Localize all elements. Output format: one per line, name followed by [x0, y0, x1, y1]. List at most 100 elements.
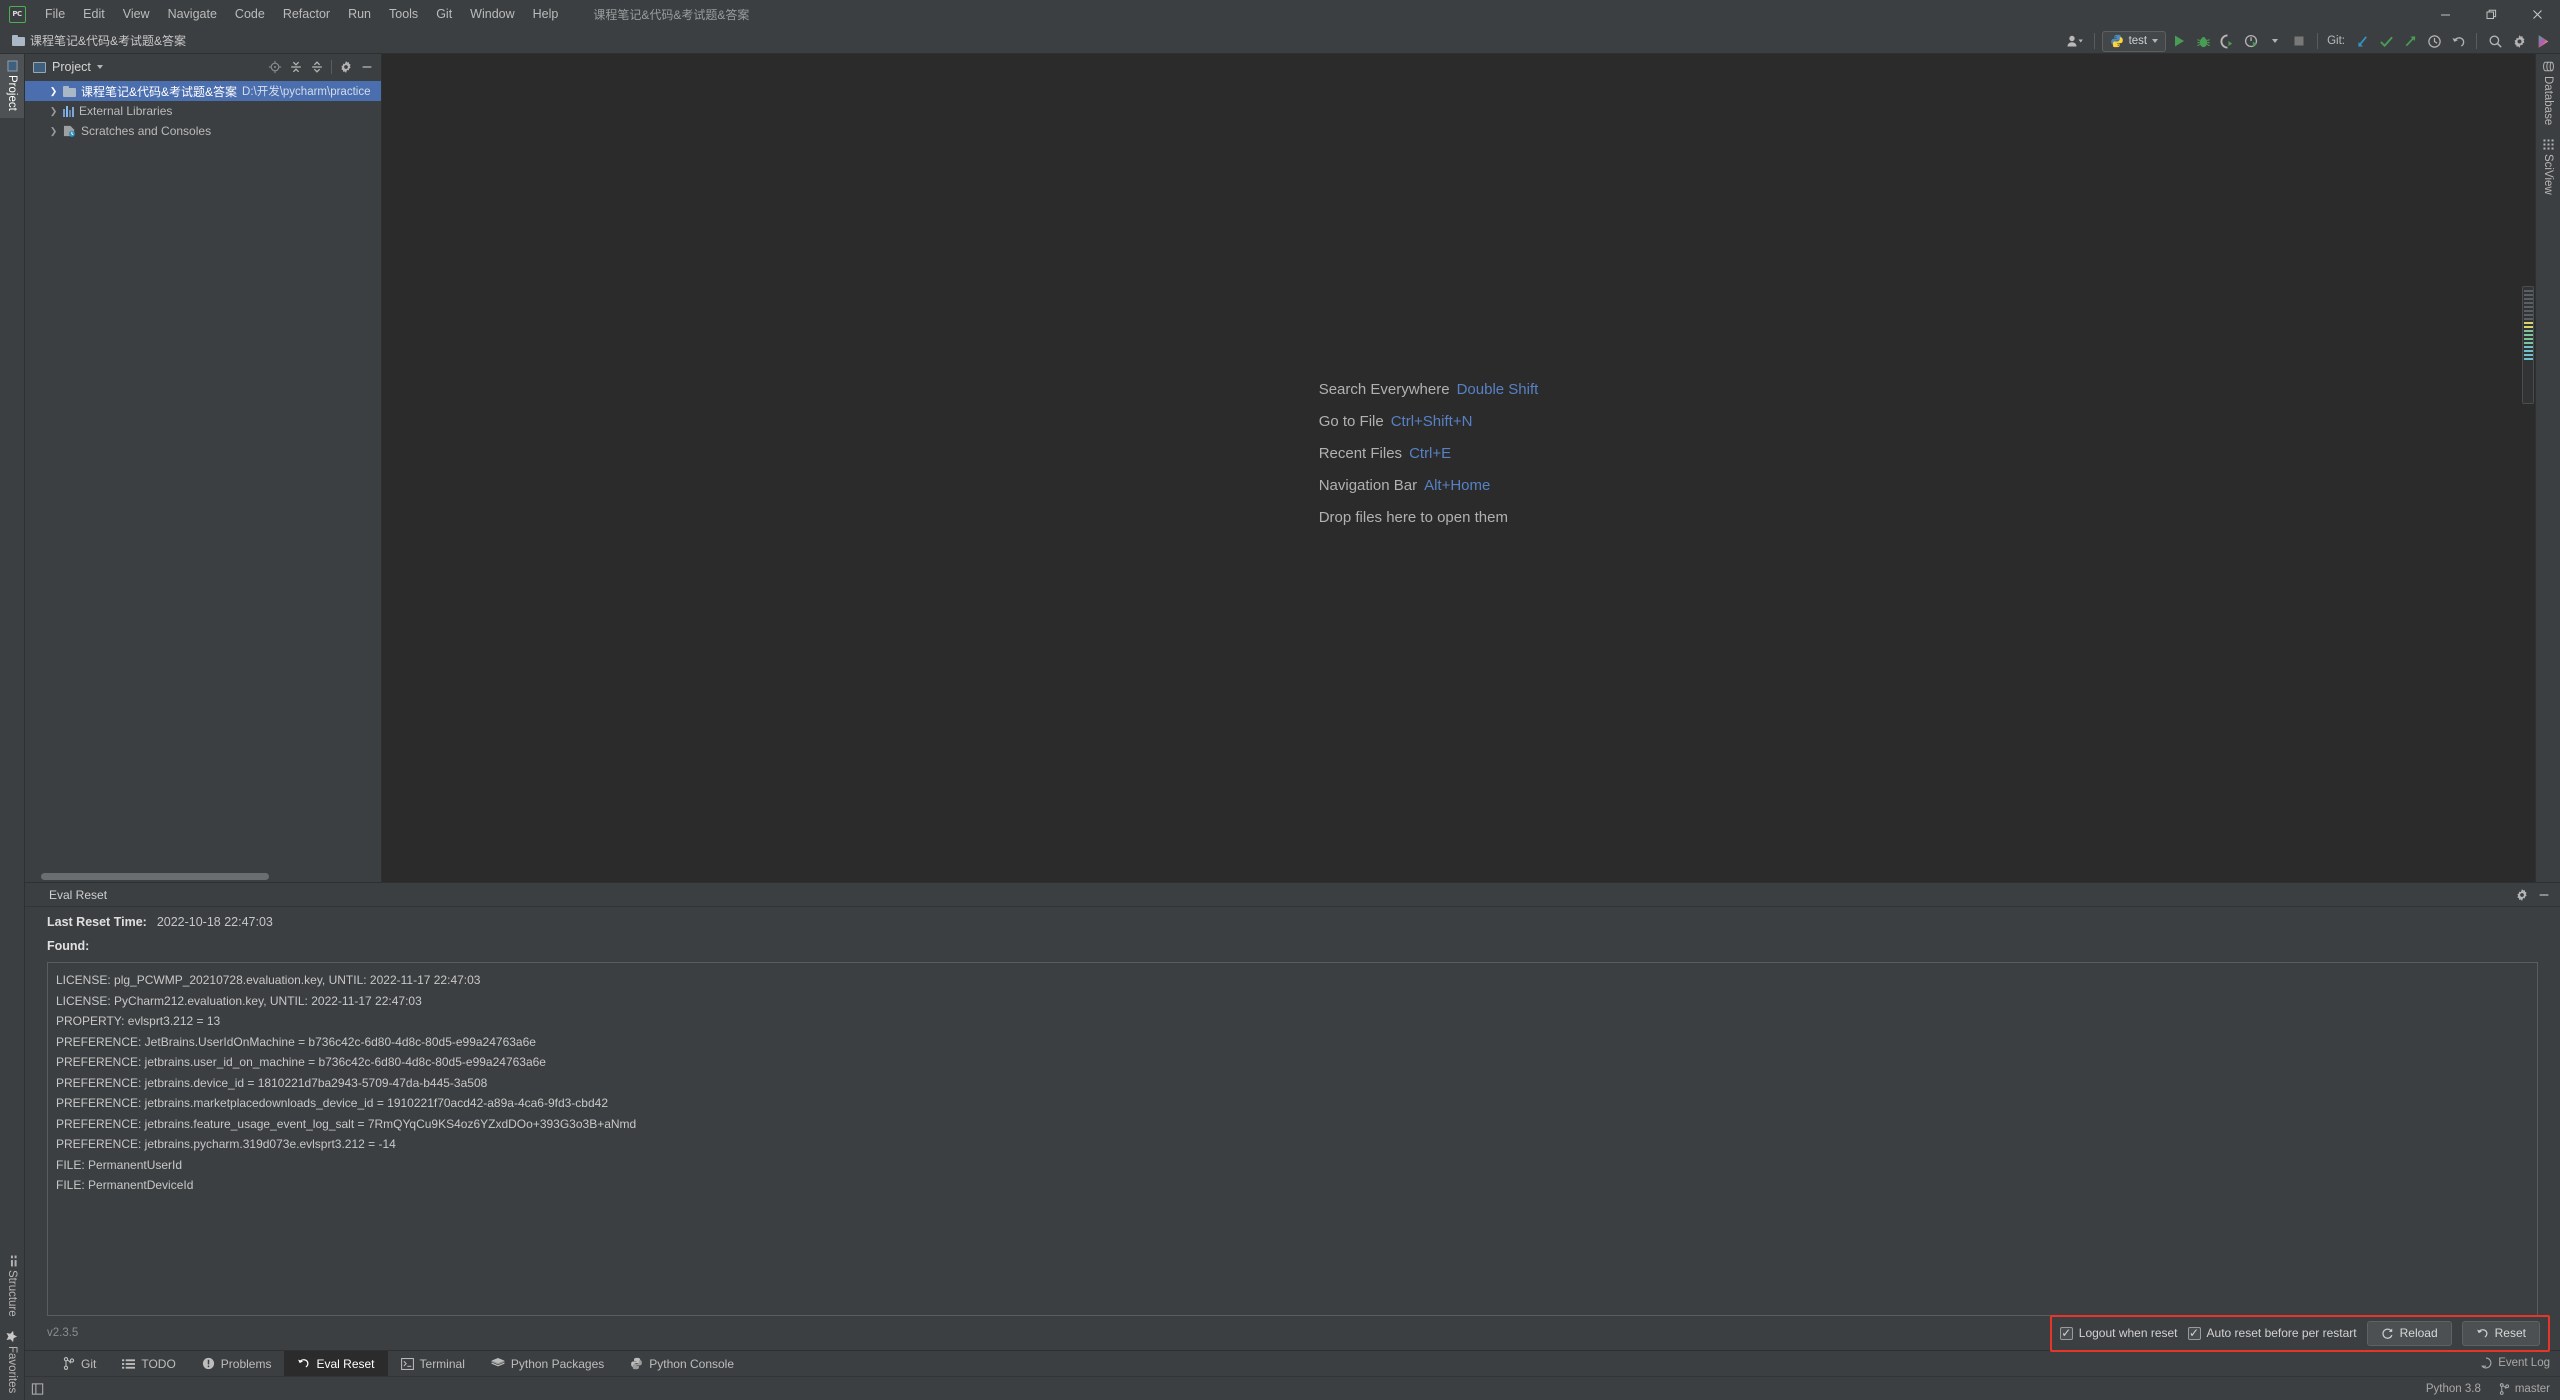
auto-reset-checkbox[interactable]: ✓ Auto reset before per restart [2187, 1326, 2357, 1340]
collapse-all-icon[interactable] [307, 57, 327, 77]
reload-button[interactable]: Reload [2366, 1320, 2452, 1346]
sidebar-item-database[interactable]: Database [2536, 54, 2560, 132]
minimize-button[interactable] [2422, 0, 2468, 28]
tab-eval-reset[interactable]: Eval Reset [284, 1351, 388, 1376]
last-reset-time-value: 2022-10-18 22:47:03 [156, 915, 273, 929]
menu-run[interactable]: Run [339, 3, 380, 25]
database-icon [2542, 61, 2554, 72]
toolbar-separator [2093, 33, 2095, 49]
version-label: v2.3.5 [47, 1327, 79, 1339]
left-rail-bottom: Structure Favorites [0, 1249, 24, 1400]
checkbox-mark[interactable]: ✓ [2059, 1326, 2073, 1340]
upper-area: Project ❯ 课程笔记&代码&考试题&答案 D:\开发\pycharm\p… [25, 54, 2560, 882]
tree-node-scratches[interactable]: ❯ Scratches and Consoles [25, 121, 381, 141]
tree-node-project-root[interactable]: ❯ 课程笔记&代码&考试题&答案 D:\开发\pycharm\practice [25, 81, 381, 101]
toggle-sidebars-icon[interactable] [31, 1382, 45, 1396]
event-log-button[interactable]: Event Log [2480, 1357, 2550, 1369]
ide-feature-icon[interactable] [2532, 30, 2554, 52]
profile-button[interactable] [2240, 30, 2262, 52]
branch-label: master [2514, 1382, 2550, 1395]
rollback-icon[interactable] [2447, 30, 2469, 52]
menu-code[interactable]: Code [226, 3, 274, 25]
tab-python-console[interactable]: Python Console [617, 1351, 747, 1376]
menu-window[interactable]: Window [461, 3, 523, 25]
chevron-right-icon[interactable]: ❯ [49, 86, 58, 97]
sidebar-item-structure[interactable]: Structure [0, 1249, 24, 1324]
search-icon[interactable] [2484, 30, 2506, 52]
run-with-coverage-button[interactable] [2216, 30, 2238, 52]
locate-icon[interactable] [265, 57, 285, 77]
project-panel-title[interactable]: Project [33, 60, 103, 74]
project-title-label: Project [52, 60, 91, 74]
user-avatar-icon[interactable] [2065, 30, 2087, 52]
editor-empty-area[interactable]: Search Everywhere Double Shift Go to File… [382, 54, 2535, 882]
hint-shortcut: Ctrl+E [1409, 444, 1452, 462]
project-tree[interactable]: ❯ 课程笔记&代码&考试题&答案 D:\开发\pycharm\practice … [25, 80, 381, 870]
chevron-right-icon[interactable]: ❯ [49, 106, 58, 117]
push-icon[interactable] [2399, 30, 2421, 52]
menu-git[interactable]: Git [427, 3, 461, 25]
tab-terminal[interactable]: Terminal [388, 1351, 478, 1376]
tab-todo[interactable]: TODO [109, 1351, 188, 1376]
hide-icon[interactable] [357, 57, 377, 77]
sidebar-item-label: Database [2542, 76, 2554, 126]
checkbox-mark[interactable]: ✓ [2187, 1326, 2201, 1340]
git-branch-status[interactable]: master [2499, 1383, 2550, 1395]
run-button[interactable] [2168, 30, 2190, 52]
menu-file[interactable]: File [36, 3, 74, 25]
event-log-label: Event Log [2498, 1357, 2550, 1369]
tab-problems[interactable]: Problems [189, 1351, 285, 1376]
hide-icon[interactable] [2534, 885, 2554, 905]
scrollbar-thumb[interactable] [41, 873, 269, 880]
log-line: PREFERENCE: jetbrains.user_id_on_machine… [56, 1055, 546, 1069]
branch-icon [2499, 1382, 2510, 1395]
editor-scrollbar[interactable] [2521, 54, 2535, 882]
tab-python-packages[interactable]: Python Packages [478, 1351, 617, 1376]
gear-icon[interactable] [2508, 30, 2530, 52]
window-title: 课程笔记&代码&考试题&答案 [593, 7, 750, 22]
toolbar-separator-3 [2476, 33, 2477, 49]
chevron-right-icon[interactable]: ❯ [49, 126, 58, 137]
tab-label: Terminal [419, 1356, 465, 1371]
tree-node-external-libraries[interactable]: ❯ External Libraries [25, 101, 381, 121]
gear-icon[interactable] [2512, 885, 2532, 905]
debug-button[interactable] [2192, 30, 2214, 52]
right-tool-rail: Database SciView [2535, 54, 2560, 882]
right-rail-top: Database SciView [2536, 54, 2560, 202]
git-label: Git: [2327, 35, 2345, 47]
gear-icon[interactable] [336, 57, 356, 77]
sidebar-item-sciview[interactable]: SciView [2536, 132, 2560, 202]
breadcrumb[interactable]: 课程笔记&代码&考试题&答案 [12, 32, 186, 49]
sidebar-item-favorites[interactable]: Favorites [0, 1324, 24, 1400]
branch-icon [63, 1357, 75, 1370]
folder-icon [63, 85, 76, 97]
run-config-label: test [2128, 35, 2148, 47]
project-horizontal-scrollbar[interactable] [25, 870, 381, 882]
pycharm-logo-icon: PC [8, 5, 26, 23]
logout-when-reset-checkbox[interactable]: ✓ Logout when reset [2059, 1326, 2178, 1340]
update-project-icon[interactable] [2351, 30, 2373, 52]
menu-edit[interactable]: Edit [74, 3, 114, 25]
reset-button[interactable]: Reset [2461, 1320, 2540, 1346]
found-log-box[interactable]: LICENSE: plg_PCWMP_20210728.evaluation.k… [47, 962, 2538, 1316]
menu-tools[interactable]: Tools [380, 3, 427, 25]
close-button[interactable] [2514, 0, 2560, 28]
tab-git[interactable]: Git [50, 1351, 109, 1376]
menu-view[interactable]: View [114, 3, 159, 25]
python-interpreter-status[interactable]: Python 3.8 [2426, 1383, 2481, 1395]
eval-reset-tool-window: Eval Reset Last Reset Time: 2022-10-18 2… [25, 882, 2560, 1352]
run-configuration-selector[interactable]: test [2101, 30, 2167, 52]
status-right: Python 3.8 master [2426, 1383, 2550, 1395]
commit-icon[interactable] [2375, 30, 2397, 52]
sidebar-item-label: SciView [2542, 154, 2554, 195]
history-icon[interactable] [2423, 30, 2445, 52]
maximize-button[interactable] [2468, 0, 2514, 28]
expand-all-icon[interactable] [286, 57, 306, 77]
menu-help[interactable]: Help [524, 3, 568, 25]
stop-button[interactable] [2288, 30, 2310, 52]
menu-refactor[interactable]: Refactor [274, 3, 339, 25]
menu-navigate[interactable]: Navigate [159, 3, 226, 25]
app-logo: PC [4, 1, 30, 27]
profile-dropdown[interactable] [2264, 30, 2286, 52]
sidebar-item-project[interactable]: Project [0, 54, 24, 118]
